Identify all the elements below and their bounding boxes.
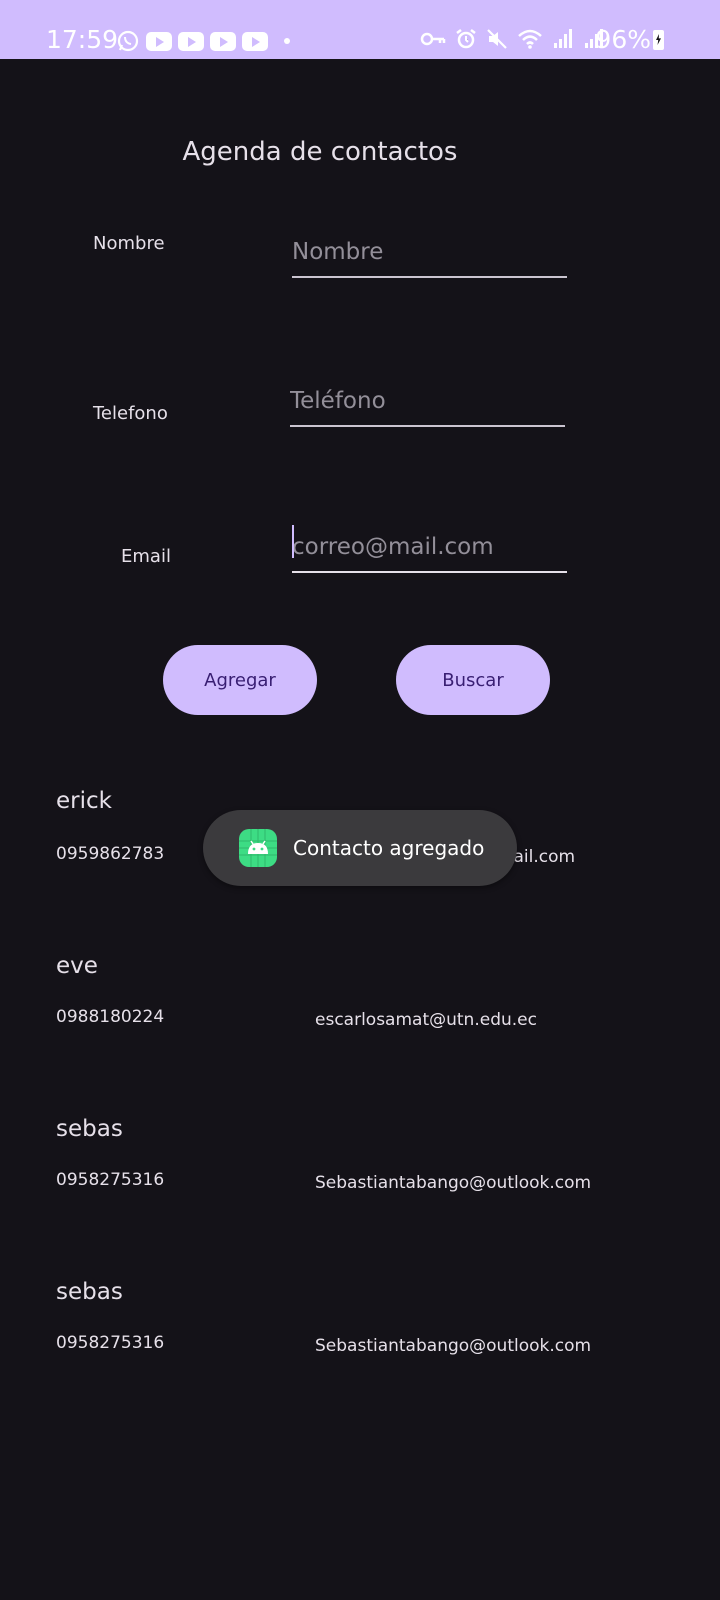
contact-phone: 0988180224: [56, 1007, 165, 1027]
dot-icon: [284, 38, 290, 44]
android-app-icon: [239, 829, 277, 867]
name-field-container: [292, 228, 567, 278]
toast-message: Contacto agregado: [293, 836, 485, 860]
battery-indicator: 96%: [595, 24, 664, 56]
contact-phone: 0958275316: [56, 1170, 165, 1190]
notification-icons: [116, 28, 290, 54]
page-title: Agenda de contactos: [182, 137, 458, 167]
email-field-container: [292, 523, 567, 573]
mute-icon: [487, 29, 507, 49]
youtube-icon: [242, 31, 268, 51]
search-button[interactable]: Buscar: [396, 645, 550, 715]
contact-name: sebas: [56, 1279, 123, 1305]
contact-name: erick: [56, 788, 112, 814]
signal-icon: [554, 29, 572, 48]
name-input[interactable]: [292, 228, 567, 276]
contact-phone: 0958275316: [56, 1333, 165, 1353]
contact-name: sebas: [56, 1116, 123, 1142]
name-label: Nombre: [93, 233, 165, 254]
contact-name: eve: [56, 953, 98, 979]
toast: Contacto agregado: [203, 810, 517, 886]
whatsapp-icon: [117, 30, 139, 52]
phone-label: Telefono: [93, 403, 168, 424]
wifi-icon: [518, 29, 542, 49]
youtube-icon: [178, 31, 204, 51]
battery-percent: 96%: [595, 25, 651, 54]
contact-phone: 0959862783: [56, 844, 165, 864]
email-input[interactable]: [292, 523, 567, 571]
contact-email: escarlosamat@utn.edu.ec: [315, 1010, 537, 1030]
system-icons: [420, 28, 605, 50]
phone-field-container: [290, 377, 565, 427]
key-icon: [420, 32, 446, 46]
youtube-icon: [146, 31, 172, 51]
email-label: Email: [121, 546, 171, 567]
status-time: 17:59: [46, 25, 119, 54]
text-cursor: [292, 525, 294, 558]
battery-charging-icon: [653, 30, 664, 50]
status-bar: 17:59 96%: [0, 0, 720, 59]
phone-input[interactable]: [290, 377, 565, 425]
youtube-icon: [210, 31, 236, 51]
contact-email: Sebastiantabango@outlook.com: [315, 1336, 592, 1356]
alarm-icon: [456, 29, 476, 49]
contact-email: Sebastiantabango@outlook.com: [315, 1173, 592, 1193]
add-button[interactable]: Agregar: [163, 645, 317, 715]
